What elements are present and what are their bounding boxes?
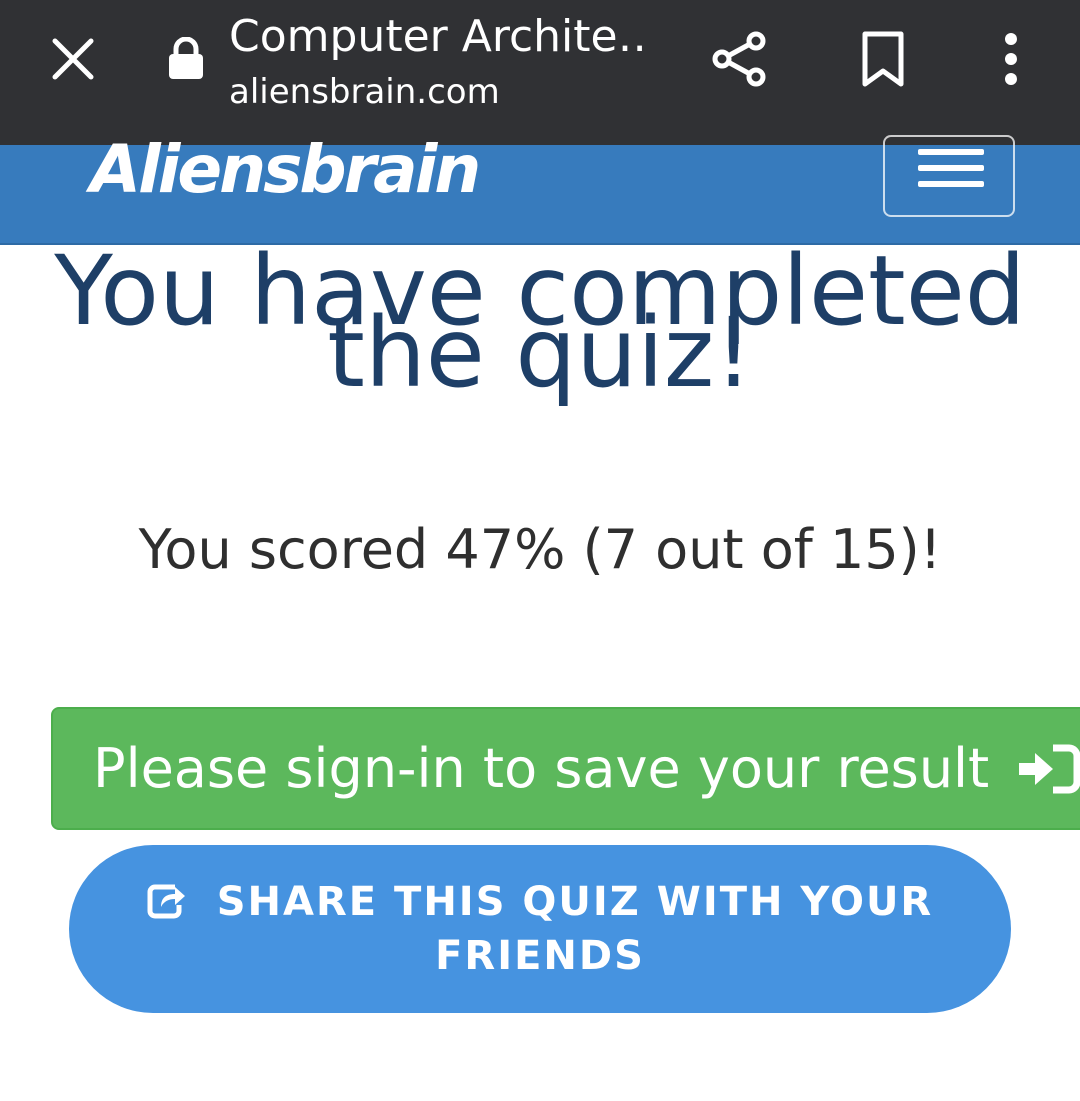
- sign-in-icon: [1019, 744, 1080, 793]
- close-button[interactable]: [42, 28, 104, 90]
- bookmark-button[interactable]: [850, 26, 916, 92]
- sign-in-label: Please sign-in to save your result: [93, 736, 990, 800]
- page-url[interactable]: aliensbrain.com: [229, 70, 500, 114]
- sign-in-button[interactable]: Please sign-in to save your result: [51, 707, 1080, 830]
- share-quiz-button[interactable]: SHARE THIS QUIZ WITH YOUR FRIENDS: [69, 845, 1011, 1013]
- share-quiz-label: SHARE THIS QUIZ WITH YOUR FRIENDS: [216, 879, 934, 979]
- hamburger-bar: [918, 181, 984, 187]
- score-text: You scored 47% (7 out of 15)!: [138, 518, 942, 581]
- more-options-button[interactable]: [978, 26, 1044, 92]
- more-vert-icon: [1005, 33, 1017, 85]
- site-header: Aliensbrain: [0, 135, 1080, 245]
- nav-menu-button[interactable]: [883, 135, 1015, 217]
- completion-heading: You have completed the quiz!: [54, 235, 1026, 409]
- bookmark-icon: [862, 31, 904, 87]
- share-square-icon: [147, 884, 185, 919]
- page-title: Computer Archite…: [229, 11, 649, 62]
- share-icon: [712, 31, 766, 87]
- hamburger-menu-icon: [918, 149, 984, 155]
- browser-toolbar: Computer Archite… aliensbrain.com: [0, 0, 1080, 145]
- lock-icon: [169, 37, 203, 79]
- site-logo[interactable]: Aliensbrain: [90, 137, 481, 203]
- share-button[interactable]: [706, 26, 772, 92]
- close-icon: [52, 38, 94, 80]
- hamburger-bar: [918, 165, 984, 171]
